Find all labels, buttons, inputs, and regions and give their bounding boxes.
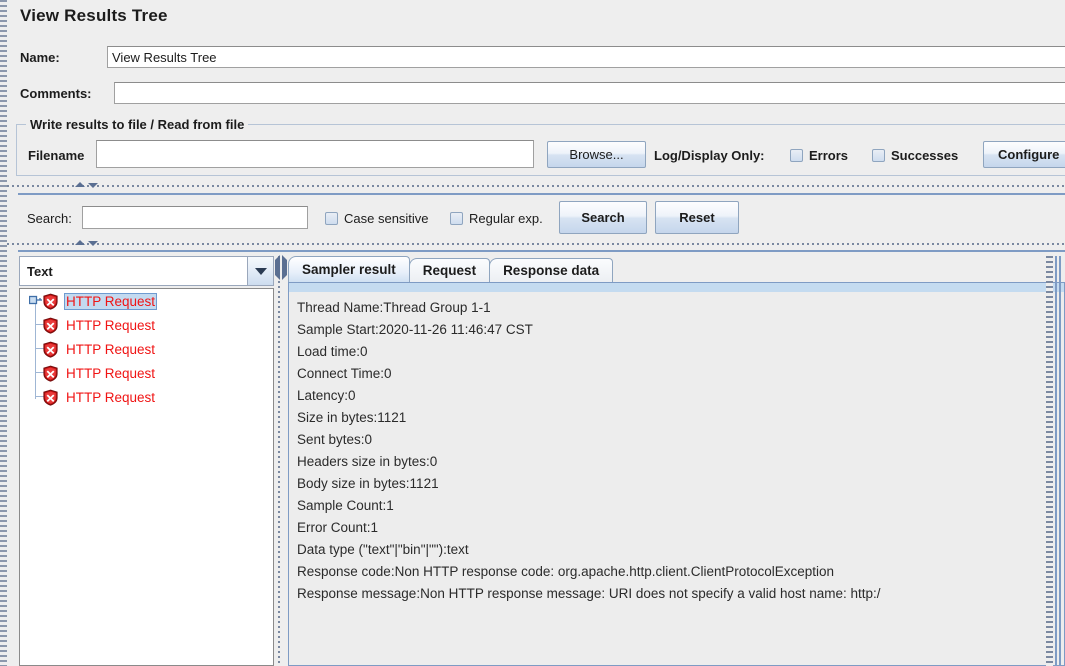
sampler-result-line: Sample Count:1 (297, 498, 394, 513)
expand-down-icon[interactable] (88, 183, 98, 188)
collapse-up-icon[interactable] (75, 182, 85, 187)
name-input[interactable] (107, 46, 1065, 68)
tab-sampler-result[interactable]: Sampler result (288, 256, 410, 282)
sampler-result-line: Headers size in bytes:0 (297, 454, 438, 469)
tab-request[interactable]: Request (408, 258, 491, 282)
collapse-up-icon-2[interactable] (75, 240, 85, 245)
error-shield-icon (42, 293, 59, 310)
write-results-group-title: Write results to file / Read from file (26, 117, 249, 132)
sampler-result-panel[interactable]: Thread Name:Thread Group 1-1 Sample Start… (288, 282, 1065, 666)
results-tree[interactable]: HTTP Request HTTP Request HTTP Request HTTP… (19, 288, 274, 666)
splitter-middle-arrows[interactable] (75, 239, 98, 246)
error-shield-icon (42, 341, 59, 358)
regular-exp-checkbox[interactable]: Regular exp. (450, 211, 543, 226)
error-shield-icon (42, 365, 59, 382)
page-title: View Results Tree (20, 6, 168, 25)
chevron-down-icon (254, 267, 267, 275)
reset-button[interactable]: Reset (655, 201, 739, 234)
errors-checkbox-label: Errors (809, 148, 849, 163)
sampler-result-line: Sent bytes:0 (297, 432, 373, 447)
collapse-left-icon[interactable] (275, 255, 280, 280)
name-label: Name: (20, 50, 60, 65)
error-shield-icon (42, 317, 59, 334)
renderer-combo[interactable]: Text (19, 256, 274, 286)
comments-label: Comments: (20, 86, 92, 101)
splitter-middle[interactable] (7, 239, 1065, 248)
view-results-tree-window: View Results Tree Name: Comments: Write … (0, 0, 1065, 666)
tree-node-label[interactable]: HTTP Request (64, 390, 157, 405)
window-left-rail (0, 0, 7, 666)
splitter-vertical[interactable] (274, 255, 287, 666)
sampler-result-line: Data type ("text"|"bin"|""):text (297, 542, 469, 557)
successes-checkbox-box[interactable] (872, 149, 885, 162)
sampler-result-line: Connect Time:0 (297, 366, 392, 381)
search-panel-top-border (18, 193, 1065, 195)
comments-input[interactable] (114, 82, 1065, 104)
regular-exp-checkbox-box[interactable] (450, 212, 463, 225)
error-shield-icon (42, 389, 59, 406)
sampler-result-line: Thread Name:Thread Group 1-1 (297, 300, 491, 315)
results-tabs[interactable]: Sampler result Request Response data (288, 256, 614, 282)
renderer-combo-button[interactable] (247, 257, 273, 285)
search-label: Search: (27, 211, 72, 226)
sampler-result-header-band (289, 283, 1064, 292)
renderer-combo-value: Text (27, 263, 53, 279)
tree-node-http-request[interactable]: HTTP Request (20, 289, 273, 313)
search-input[interactable] (82, 206, 308, 229)
tree-node-http-request[interactable]: HTTP Request (20, 337, 273, 361)
errors-checkbox[interactable]: Errors (790, 148, 848, 163)
panel-right-dotted-rail (1046, 256, 1053, 666)
filename-label: Filename (28, 148, 85, 163)
splitter-top-arrows[interactable] (75, 181, 98, 188)
successes-checkbox-label: Successes (891, 148, 959, 163)
configure-button[interactable]: Configure (983, 141, 1065, 168)
results-panel-top-border (18, 250, 1065, 252)
panel-right-blue-rail (1055, 256, 1057, 666)
splitter-top[interactable] (7, 181, 1065, 190)
tab-response-data[interactable]: Response data (489, 258, 614, 282)
tree-node-label[interactable]: HTTP Request (64, 292, 158, 310)
sampler-result-line: Sample Start:2020-11-26 11:46:47 CST (297, 322, 533, 337)
log-display-only-label: Log/Display Only: (654, 148, 765, 163)
sampler-result-line: Response code:Non HTTP response code: or… (297, 564, 835, 579)
tree-expand-handle-icon[interactable] (28, 294, 43, 306)
expand-right-icon[interactable] (282, 255, 287, 280)
browse-button[interactable]: Browse... (547, 141, 646, 168)
tree-node-label[interactable]: HTTP Request (64, 318, 157, 333)
tree-node-http-request[interactable]: HTTP Request (20, 361, 273, 385)
sampler-result-line: Load time:0 (297, 344, 368, 359)
sampler-result-line: Latency:0 (297, 388, 356, 403)
sampler-result-text: Thread Name:Thread Group 1-1 Sample Start… (297, 297, 1064, 605)
tree-node-http-request[interactable]: HTTP Request (20, 385, 273, 409)
tree-node-label[interactable]: HTTP Request (64, 366, 157, 381)
search-button[interactable]: Search (559, 201, 647, 234)
splitter-vertical-arrows[interactable] (274, 255, 287, 280)
regular-exp-label: Regular exp. (469, 211, 543, 226)
filename-input[interactable] (96, 140, 534, 168)
sampler-result-line: Size in bytes:1121 (297, 410, 407, 425)
errors-checkbox-box[interactable] (790, 149, 803, 162)
case-sensitive-label: Case sensitive (344, 211, 429, 226)
successes-checkbox[interactable]: Successes (872, 148, 958, 163)
tree-node-http-request[interactable]: HTTP Request (20, 313, 273, 337)
tree-rows: HTTP Request HTTP Request HTTP Request HTTP… (20, 289, 273, 409)
expand-down-icon-2[interactable] (88, 241, 98, 246)
panel-right-blue-rail-2 (1059, 256, 1061, 666)
sampler-result-line: Body size in bytes:1121 (297, 476, 439, 491)
case-sensitive-checkbox-box[interactable] (325, 212, 338, 225)
sampler-result-line: Response message:Non HTTP response messa… (297, 586, 881, 601)
case-sensitive-checkbox[interactable]: Case sensitive (325, 211, 429, 226)
sampler-result-line: Error Count:1 (297, 520, 379, 535)
tree-node-label[interactable]: HTTP Request (64, 342, 157, 357)
